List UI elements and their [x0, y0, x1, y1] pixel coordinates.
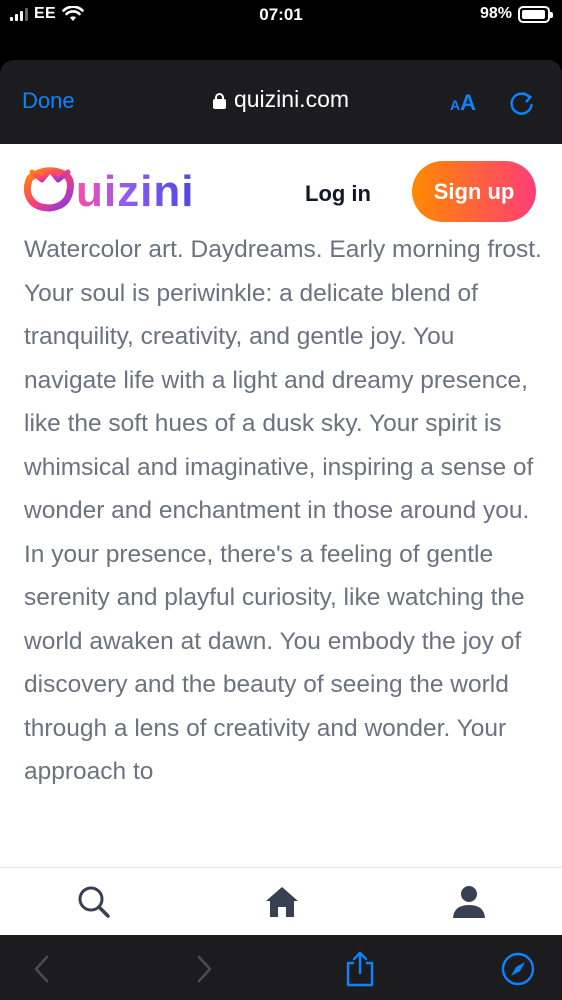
quizini-logo[interactable]: uizini: [24, 164, 216, 212]
share-icon: [346, 951, 374, 987]
browser-toolbar: [0, 935, 562, 1000]
status-bar: EE 07:01 98%: [0, 0, 562, 58]
text-size-button[interactable]: AA: [450, 90, 476, 116]
url-text: quizini.com: [233, 86, 350, 112]
share-button[interactable]: [340, 949, 380, 989]
home-icon: [266, 887, 298, 917]
forward-icon: [197, 955, 212, 983]
description-paragraph: Your soul is periwinkle: a delicate blen…: [24, 279, 534, 786]
result-description: Watercolor art. Daydreams. Early morning…: [24, 228, 544, 794]
browser-top-bar: Done quizini.com AA: [0, 60, 562, 146]
back-icon: [34, 955, 49, 983]
tagline-paragraph: Watercolor art. Daydreams. Early morning…: [24, 236, 542, 263]
login-link[interactable]: Log in: [305, 181, 371, 207]
profile-icon: [453, 886, 485, 918]
screen: EE 07:01 98% Done quizini.com AA uizini …: [0, 0, 562, 1000]
forward-button[interactable]: [184, 949, 224, 989]
search-icon: [78, 886, 110, 918]
compass-icon: [501, 952, 535, 986]
status-time: 07:01: [259, 5, 303, 24]
status-right: 98%: [479, 5, 553, 23]
lock-icon: [212, 93, 226, 109]
reload-icon[interactable]: [507, 88, 537, 118]
battery-icon: [518, 5, 553, 23]
back-button[interactable]: [22, 949, 62, 989]
profile-button[interactable]: [449, 882, 489, 922]
home-button[interactable]: [262, 882, 302, 922]
search-button[interactable]: [74, 882, 114, 922]
signup-button[interactable]: Sign up: [412, 161, 536, 222]
bottom-navigation: [0, 867, 562, 935]
bookmarks-button[interactable]: [498, 949, 538, 989]
battery-percent: 98%: [479, 5, 512, 22]
site-header: uizini Log in Sign up: [0, 144, 562, 240]
address-bar[interactable]: quizini.com: [0, 86, 562, 113]
svg-text:uizini: uizini: [76, 167, 194, 212]
web-page: uizini Log in Sign up Watercolor art. Da…: [0, 144, 562, 867]
